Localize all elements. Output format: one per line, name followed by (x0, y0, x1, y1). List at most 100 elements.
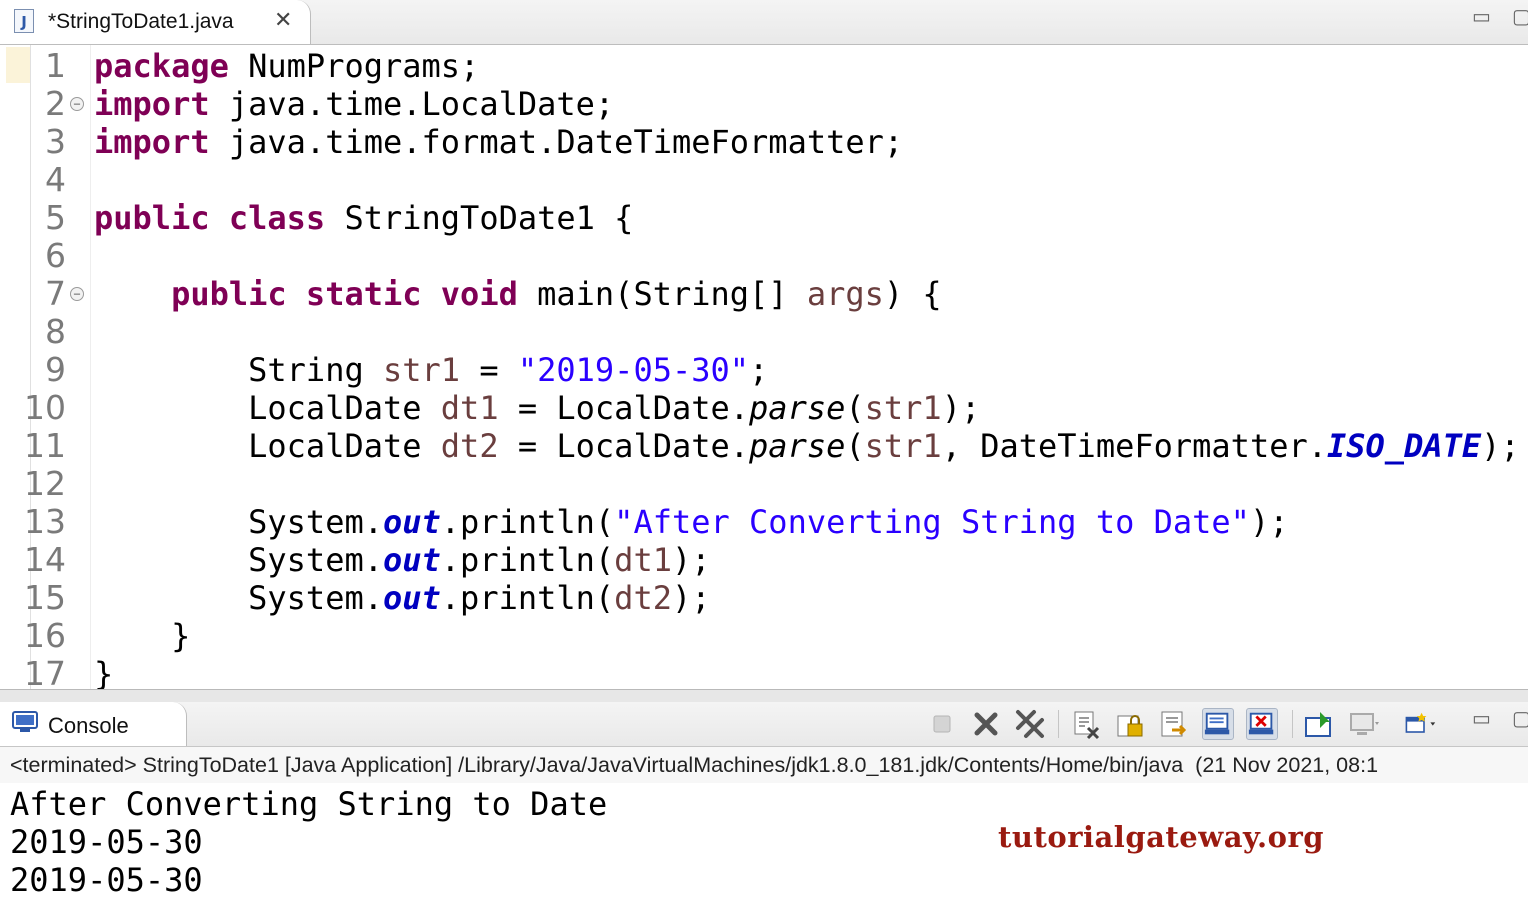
static-field-token: ISO_DATE (1327, 427, 1482, 465)
code-token: LocalDate (94, 389, 441, 427)
keyword-token: import (94, 123, 210, 161)
code-line[interactable]: import java.time.format.DateTimeFormatte… (94, 123, 903, 161)
word-wrap-icon[interactable] (1158, 708, 1190, 740)
code-line[interactable]: System.out.println(dt2); (94, 579, 711, 617)
variable-token: dt2 (440, 427, 499, 465)
code-token: ); (671, 579, 711, 617)
variable-token: str1 (382, 351, 461, 389)
variable-token: str1 (864, 427, 942, 465)
string-literal-token: "After Converting String to Date" (614, 503, 1250, 541)
code-token: StringToDate1 { (325, 199, 634, 237)
line-number: 12 (24, 464, 66, 503)
line-number: 2 (45, 84, 66, 123)
method-token: parse (749, 389, 846, 427)
code-line[interactable]: } (94, 617, 190, 655)
line-number: 16 (24, 616, 66, 655)
line-number: 7 (45, 274, 66, 313)
launch-description: <terminated> StringToDate1 [Java Applica… (10, 753, 1379, 777)
line-number: 8 (45, 312, 66, 351)
code-line[interactable]: import java.time.LocalDate; (94, 85, 614, 123)
line-number: 6 (45, 236, 66, 275)
terminate-icon[interactable] (926, 708, 958, 740)
line-number: 3 (45, 122, 66, 161)
code-line[interactable]: System.out.println(dt1); (94, 541, 710, 579)
toolbar-separator (1058, 710, 1059, 738)
code-line[interactable]: LocalDate dt1 = LocalDate.parse(str1); (94, 389, 980, 427)
keyword-token: package (94, 47, 229, 85)
variable-token: dt1 (614, 541, 672, 579)
current-line-highlight (6, 47, 30, 83)
keyword-token: static (305, 275, 422, 313)
console-tab[interactable]: Console (0, 702, 187, 746)
output-line: 2019-05-30 (10, 861, 203, 899)
code-editor[interactable]: 1 2 3 4 5 6 7 8 9 10 11 12 13 14 15 16 17− − package NumP… (0, 45, 1528, 689)
maximize-icon[interactable]: ▢ (1512, 706, 1528, 731)
console-tab-bar: Console ▭ ▢ (0, 702, 1528, 747)
string-literal-token: "2019-05-30" (517, 351, 750, 389)
keyword-token: class (228, 199, 326, 237)
code-token: ) { (883, 275, 942, 313)
variable-token: str1 (864, 389, 942, 427)
code-token: LocalDate (94, 427, 441, 465)
pin-console-icon[interactable] (1304, 708, 1336, 740)
output-line: 2019-05-30 (10, 823, 203, 861)
keyword-token: public (94, 199, 210, 237)
close-tab-icon[interactable]: ✕ (274, 7, 292, 33)
view-splitter[interactable] (0, 689, 1528, 703)
show-on-stderr-icon[interactable] (1246, 708, 1278, 740)
console-status-line: <terminated> StringToDate1 [Java Applica… (0, 747, 1528, 783)
show-on-stdout-icon[interactable] (1202, 708, 1234, 740)
editor-tab-bar: J *StringToDate1.java ✕ ▭ ▢ (0, 0, 1528, 45)
code-token: ); (1481, 427, 1520, 465)
line-number: 10 (24, 388, 66, 427)
code-token: = (460, 351, 518, 389)
line-number: 17 (24, 654, 66, 690)
editor-tab[interactable]: J *StringToDate1.java ✕ (0, 0, 311, 44)
method-token: parse (749, 427, 846, 465)
maximize-icon[interactable]: ▢ (1512, 4, 1528, 29)
code-token: java.time.LocalDate; (209, 85, 615, 123)
code-line[interactable]: public class StringToDate1 { (94, 199, 633, 237)
console-view-icon (12, 711, 38, 732)
code-token: System. (94, 541, 383, 579)
minimize-icon[interactable]: ▭ (1472, 4, 1491, 29)
keyword-token: public (171, 275, 287, 313)
fold-toggle-icon[interactable]: − (70, 97, 84, 111)
code-token: , DateTimeFormatter. (941, 427, 1327, 465)
fold-toggle-icon[interactable]: − (70, 287, 84, 301)
code-token: java.time.format.DateTimeFormatter; (209, 123, 904, 161)
remove-launch-icon[interactable] (970, 708, 1002, 740)
line-number: 11 (24, 426, 66, 465)
scroll-lock-icon[interactable] (1114, 708, 1146, 740)
code-line[interactable]: } (94, 655, 113, 689)
keyword-token: void (440, 275, 518, 313)
line-number-ruler: 1 2 3 4 5 6 7 8 9 10 11 12 13 14 15 16 17− − (24, 45, 91, 689)
console-tab-title: Console (48, 713, 129, 738)
display-selected-console-icon[interactable] (1348, 708, 1380, 740)
open-console-icon[interactable] (1404, 708, 1436, 740)
clear-console-icon[interactable] (1070, 708, 1102, 740)
line-number: 13 (24, 502, 66, 541)
code-line[interactable]: String str1 = "2019-05-30"; (94, 351, 768, 389)
watermark: tutorialgateway.org (998, 820, 1325, 854)
static-field-token: out (382, 541, 441, 579)
code-token: String (94, 351, 383, 389)
static-field-token: out (382, 579, 441, 617)
java-file-icon: J (14, 9, 34, 33)
code-line[interactable]: package NumPrograms; (94, 47, 479, 85)
code-line[interactable]: LocalDate dt2 = LocalDate.parse(str1, Da… (94, 427, 1520, 465)
minimize-icon[interactable]: ▭ (1472, 706, 1491, 731)
line-number: 14 (24, 540, 66, 579)
variable-token: dt2 (614, 579, 672, 617)
line-number: 5 (45, 198, 66, 237)
line-number: 9 (45, 350, 66, 389)
code-line[interactable]: System.out.println("After Converting Str… (94, 503, 1288, 541)
code-line[interactable]: public static void main(String[] args) { (94, 275, 942, 313)
remove-all-terminated-icon[interactable] (1014, 708, 1046, 740)
code-token: .println( (440, 579, 615, 617)
keyword-token: import (94, 85, 210, 123)
